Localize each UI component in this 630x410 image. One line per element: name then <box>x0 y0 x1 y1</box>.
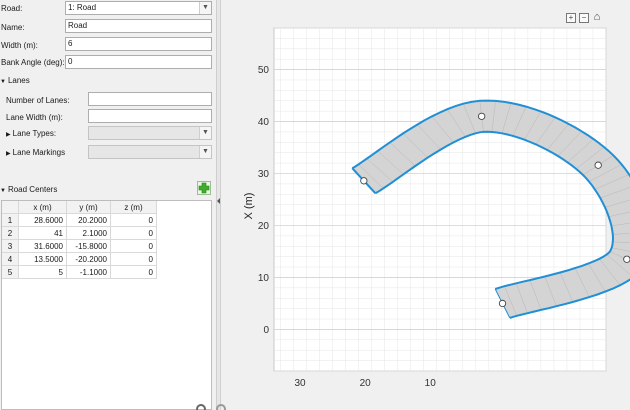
name-label: Name: <box>1 23 25 32</box>
road-center-point[interactable] <box>498 299 507 308</box>
number-of-lanes-field[interactable] <box>88 92 212 106</box>
plot-area[interactable] <box>273 27 607 372</box>
y-axis-label: X (m) <box>243 193 255 220</box>
expanded-triangle-icon: ▼ <box>0 188 6 194</box>
lane-markings-toggle[interactable]: ▶ Lane Markings <box>6 148 65 157</box>
y-tick-label: 0 <box>263 325 269 336</box>
chevron-down-icon[interactable]: ▼ <box>199 2 211 14</box>
column-header-x[interactable]: x (m) <box>19 201 67 214</box>
road-center-point[interactable] <box>594 161 602 169</box>
lanes-header: Lanes <box>7 76 30 85</box>
road-plot[interactable]: 0 10 20 30 40 50 30 20 10 X (m) <box>221 0 630 410</box>
lane-width-field[interactable] <box>88 109 212 123</box>
table-cell-y[interactable]: -15.8000 <box>67 240 111 253</box>
zoom-out-button[interactable]: − <box>579 13 589 23</box>
status-circle-icon[interactable] <box>196 404 206 410</box>
row-header[interactable]: 1 <box>2 214 19 227</box>
road-center-point[interactable] <box>360 177 368 185</box>
lane-markings-dropdown[interactable]: ▼ <box>88 145 212 159</box>
row-header[interactable]: 3 <box>2 240 19 253</box>
zoom-in-button[interactable]: + <box>566 13 576 23</box>
table-cell-y[interactable]: -1.1000 <box>67 266 111 279</box>
status-icons <box>196 404 226 410</box>
lanes-section-toggle[interactable]: ▼ Lanes <box>0 76 30 85</box>
table-corner <box>2 201 19 214</box>
scenario-canvas-panel: 0 10 20 30 40 50 30 20 10 X (m) + − ⌂ <box>221 0 630 410</box>
collapsed-triangle-icon: ▶ <box>6 151 11 157</box>
column-header-y[interactable]: y (m) <box>67 201 111 214</box>
width-label: Width (m): <box>1 41 38 50</box>
table-cell-y[interactable]: -20.2000 <box>67 253 111 266</box>
x-tick-label: 20 <box>360 378 372 389</box>
collapsed-triangle-icon: ▶ <box>6 132 11 138</box>
table-cell-z[interactable]: 0 <box>111 240 157 253</box>
home-icon[interactable]: ⌂ <box>592 12 602 23</box>
road-properties-panel: Road: 1: Road ▼ Name: Road Width (m): 6 … <box>0 0 216 410</box>
road-dropdown-value: 1: Road <box>68 3 97 12</box>
table-cell-z[interactable]: 0 <box>111 227 157 240</box>
road-label: Road: <box>1 4 23 13</box>
name-field[interactable]: Road <box>65 19 212 33</box>
row-header[interactable]: 5 <box>2 266 19 279</box>
number-of-lanes-label: Number of Lanes: <box>6 96 70 105</box>
table-cell-y[interactable]: 2.1000 <box>67 227 111 240</box>
road-centers-section-toggle[interactable]: ▼ Road Centers <box>0 185 57 194</box>
y-tick-label: 50 <box>258 65 270 76</box>
road-dropdown[interactable]: 1: Road ▼ <box>65 1 212 15</box>
collapse-arrow-icon[interactable] <box>217 198 220 204</box>
add-road-center-button[interactable] <box>197 181 211 195</box>
row-header[interactable]: 2 <box>2 227 19 240</box>
bank-angle-label: Bank Angle (deg): <box>1 58 65 67</box>
table-cell-z[interactable]: 0 <box>111 266 157 279</box>
table-cell-x[interactable]: 5 <box>19 266 67 279</box>
lane-types-dropdown[interactable]: ▼ <box>88 126 212 140</box>
bank-angle-field[interactable]: 0 <box>65 55 212 69</box>
chevron-down-icon[interactable]: ▼ <box>199 146 211 158</box>
axes-toolbar: + − ⌂ <box>566 12 602 23</box>
road-center-point[interactable] <box>478 112 486 120</box>
chevron-down-icon[interactable]: ▼ <box>199 127 211 139</box>
table-cell-x[interactable]: 31.6000 <box>19 240 67 253</box>
lane-types-toggle[interactable]: ▶ Lane Types: <box>6 129 56 138</box>
y-tick-label: 30 <box>258 169 270 180</box>
status-circle-icon[interactable] <box>216 404 226 410</box>
road-center-point[interactable] <box>623 255 630 263</box>
expanded-triangle-icon: ▼ <box>0 79 6 85</box>
x-tick-label: 30 <box>294 378 306 389</box>
row-header[interactable]: 4 <box>2 253 19 266</box>
table-cell-z[interactable]: 0 <box>111 253 157 266</box>
table-cell-x[interactable]: 28.6000 <box>19 214 67 227</box>
lane-types-label: Lane Types: <box>12 129 57 138</box>
y-tick-label: 40 <box>258 117 270 128</box>
y-tick-label: 10 <box>258 273 270 284</box>
y-tick-label: 20 <box>258 221 270 232</box>
table-cell-y[interactable]: 20.2000 <box>67 214 111 227</box>
width-field[interactable]: 6 <box>65 37 212 51</box>
road-centers-header: Road Centers <box>7 185 58 194</box>
column-header-z[interactable]: z (m) <box>111 201 157 214</box>
table-cell-x[interactable]: 13.5000 <box>19 253 67 266</box>
lane-width-label: Lane Width (m): <box>6 113 63 122</box>
lane-markings-label: Lane Markings <box>12 148 66 157</box>
x-tick-label: 10 <box>425 378 437 389</box>
road-centers-table: x (m) y (m) z (m) 1 28.6000 20.2000 0 2 … <box>1 200 212 410</box>
table-cell-x[interactable]: 41 <box>19 227 67 240</box>
table-cell-z[interactable]: 0 <box>111 214 157 227</box>
